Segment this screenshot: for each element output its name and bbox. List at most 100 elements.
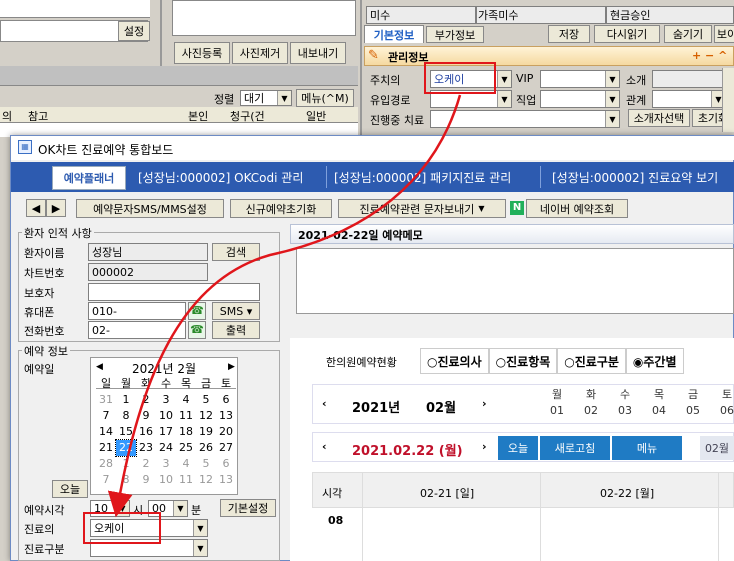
calendar-prev-icon[interactable]: ◀ [96, 362, 103, 372]
calendar-day[interactable]: 8 [116, 472, 136, 488]
calendar-day[interactable]: 12 [196, 472, 216, 488]
calendar-day[interactable]: 24 [156, 440, 176, 456]
sms-settings-button[interactable]: 예약문자SMS/MMS설정 [76, 199, 224, 218]
send-message-button[interactable]: 진료예약관련 문자보내기 ▼ [338, 199, 506, 218]
week-day-cell[interactable]: 월 01 [540, 387, 574, 423]
calendar-day[interactable]: 13 [216, 472, 236, 488]
week-day-cell[interactable]: 수 03 [608, 387, 642, 423]
bg-menu-button[interactable]: 메뉴(^M) [296, 89, 354, 107]
calendar-day[interactable]: 7 [96, 472, 116, 488]
calendar-day[interactable]: 8 [116, 408, 136, 424]
week-day-cell[interactable]: 금 05 [676, 387, 710, 423]
date-prev-icon[interactable]: ‹ [322, 440, 327, 453]
tab-package[interactable]: [성장님:000002] 패키지진료 관리 [334, 169, 511, 186]
today-button[interactable]: 오늘 [52, 480, 88, 498]
tab-basic-info[interactable]: 기본정보 [364, 25, 424, 43]
phone-icon[interactable]: ☎ [188, 321, 206, 339]
calendar-day[interactable]: 15 [116, 424, 136, 440]
tab-summary[interactable]: [성장님:000002] 진료요약 보기 [552, 169, 718, 186]
calendar-day[interactable]: 11 [176, 472, 196, 488]
new-reset-button[interactable]: 신규예약초기화 [230, 199, 332, 218]
tab-planner[interactable]: 예약플래너 [52, 166, 126, 190]
week-day-cell[interactable]: 토 06 [710, 387, 734, 423]
calendar-day[interactable]: 5 [196, 456, 216, 472]
export-button[interactable]: 내보내기 [290, 42, 346, 64]
bg-scrollbar[interactable] [722, 68, 734, 132]
calendar-day[interactable]: 12 [196, 408, 216, 424]
status-radio-option[interactable]: ○진료항목 [488, 348, 558, 374]
relation-select[interactable]: ▼ [652, 90, 726, 108]
calendar-day[interactable]: 16 [136, 424, 156, 440]
bg-wait-select[interactable]: 대기 ▼ [240, 90, 292, 106]
calendar-day[interactable]: 17 [156, 424, 176, 440]
calendar-day[interactable]: 13 [216, 408, 236, 424]
calendar-day[interactable]: 10 [156, 472, 176, 488]
calendar-day[interactable]: 1 [116, 456, 136, 472]
calendar-day[interactable]: 9 [136, 472, 156, 488]
plus-minus-icons[interactable]: + − ^ [692, 49, 727, 62]
calendar-day[interactable]: 31 [96, 392, 116, 408]
schedule-cell[interactable] [363, 509, 540, 561]
sms-dropdown-button[interactable]: SMS ▾ [212, 302, 260, 320]
print-button[interactable]: 출력 [212, 321, 260, 339]
reload-button[interactable]: 다시읽기 [594, 25, 660, 43]
naver-lookup-button[interactable]: 네이버 예약조회 [526, 199, 628, 218]
search-button[interactable]: 검색 [212, 243, 260, 261]
calendar-day[interactable]: 2 [136, 392, 156, 408]
mobile-field[interactable]: 010- [88, 302, 186, 320]
phone-field[interactable]: 02- [88, 321, 186, 339]
month-badge[interactable]: 02월 [700, 436, 734, 460]
year-prev-icon[interactable]: ‹ [322, 397, 327, 410]
menu-button[interactable]: 메뉴 [612, 436, 682, 460]
calendar-day[interactable]: 5 [196, 392, 216, 408]
memo-textarea[interactable] [296, 248, 734, 314]
week-day-cell[interactable]: 화 02 [574, 387, 608, 423]
photo-remove-button[interactable]: 사진제거 [232, 42, 288, 64]
calendar-day[interactable]: 11 [176, 408, 196, 424]
calendar-day[interactable]: 20 [216, 424, 236, 440]
show-button[interactable]: 보이 [714, 25, 734, 43]
tab-okcodi[interactable]: [성장님:000002] OKCodi 관리 [138, 169, 303, 186]
calendar-next-icon[interactable]: ▶ [228, 362, 235, 372]
guardian-field[interactable] [88, 283, 260, 301]
calendar-day[interactable]: 2 [136, 456, 156, 472]
calendar-day[interactable]: 25 [176, 440, 196, 456]
calendar-day[interactable]: 3 [156, 456, 176, 472]
status-radio-option[interactable]: ○진료의사 [420, 348, 489, 374]
phone-icon[interactable]: ☎ [188, 302, 206, 320]
job-select[interactable]: ▼ [540, 90, 620, 108]
calendar-day[interactable]: 1 [116, 392, 136, 408]
status-radio-option[interactable]: ○진료구분 [557, 348, 626, 374]
hide-button[interactable]: 숨기기 [664, 25, 712, 43]
status-radio-option[interactable]: ◉주간별 [625, 348, 684, 374]
calendar-day[interactable]: 28 [96, 456, 116, 472]
week-day-cell[interactable]: 목 04 [642, 387, 676, 423]
calendar-day[interactable]: 6 [216, 392, 236, 408]
calendar-day[interactable]: 4 [176, 456, 196, 472]
calendar-day[interactable]: 9 [136, 408, 156, 424]
calendar-day[interactable]: 19 [196, 424, 216, 440]
calendar-day[interactable]: 27 [216, 440, 236, 456]
basic-setting-button[interactable]: 기본설정 [220, 499, 276, 517]
calendar-day[interactable]: 26 [196, 440, 216, 456]
photo-register-button[interactable]: 사진등록 [174, 42, 230, 64]
save-button[interactable]: 저장 [548, 25, 590, 43]
bg-set-button[interactable]: 설정 [118, 21, 150, 41]
date-next-icon[interactable]: › [482, 440, 487, 453]
calendar-day[interactable]: 22 [115, 439, 137, 457]
calendar-day[interactable]: 10 [156, 408, 176, 424]
calendar-day[interactable]: 4 [176, 392, 196, 408]
prev-arrow-button[interactable]: ◀ [26, 199, 46, 217]
tab-extra-info[interactable]: 부가정보 [426, 26, 484, 43]
month-next-icon[interactable]: › [482, 397, 487, 410]
vip-select[interactable]: ▼ [540, 70, 620, 88]
refresh-button[interactable]: 새로고침 [540, 436, 610, 460]
calendar-day[interactable]: 18 [176, 424, 196, 440]
next-arrow-button[interactable]: ▶ [46, 199, 66, 217]
calendar-day[interactable]: 7 [96, 408, 116, 424]
ongoing-select[interactable]: ▼ [430, 110, 620, 128]
calendar-day[interactable]: 14 [96, 424, 116, 440]
intro-select-button[interactable]: 소개자선택 [628, 109, 690, 127]
calendar-day[interactable]: 3 [156, 392, 176, 408]
today-nav-button[interactable]: 오늘 [498, 436, 538, 460]
